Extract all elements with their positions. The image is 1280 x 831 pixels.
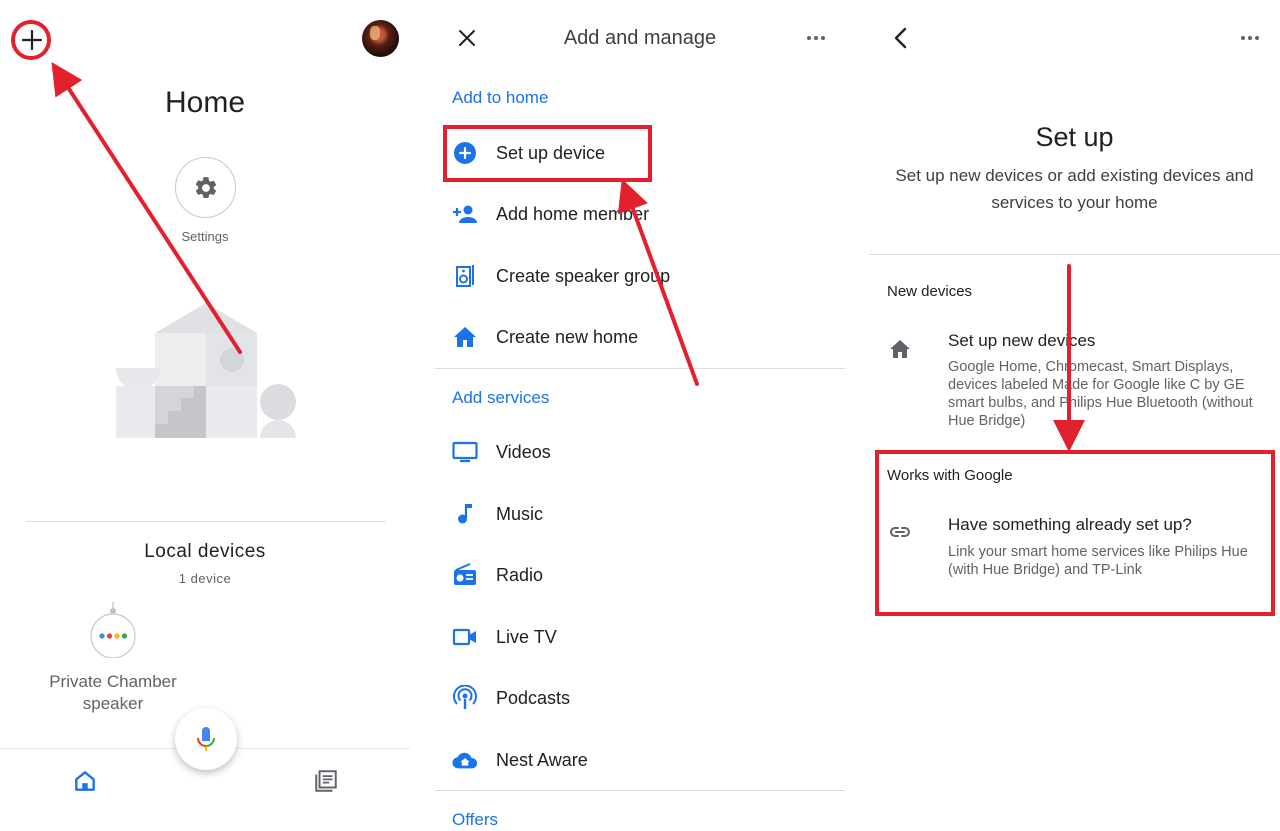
set-up-screen: Set up Set up new devices or add existin… xyxy=(869,0,1280,831)
new-devices-header: New devices xyxy=(887,283,973,300)
nest-aware-label: Nest Aware xyxy=(496,749,588,770)
cloud-home-icon xyxy=(452,747,478,773)
create-new-home-label: Create new home xyxy=(496,326,639,347)
more-options-icon[interactable] xyxy=(804,26,828,50)
more-options-icon[interactable] xyxy=(1238,26,1262,50)
music-note-icon xyxy=(452,501,478,527)
add-home-member-item[interactable]: Add home member xyxy=(435,189,845,239)
section-divider xyxy=(869,254,1280,255)
gear-icon xyxy=(195,176,216,198)
set-up-new-devices-title[interactable]: Set up new devices xyxy=(948,331,1095,351)
device-name[interactable]: Private Chamber speaker xyxy=(34,671,192,715)
mic-button[interactable] xyxy=(175,708,237,770)
have-something-set-up-desc: Link your smart home services like Phili… xyxy=(948,544,1248,578)
plus-icon xyxy=(21,29,43,51)
have-something-set-up-title[interactable]: Have something already set up? xyxy=(948,515,1192,535)
video-camera-icon xyxy=(452,624,478,650)
mic-icon xyxy=(197,727,215,751)
set-up-device-item[interactable]: Set up device xyxy=(435,128,845,178)
home-icon xyxy=(890,340,910,358)
section-divider xyxy=(26,521,386,522)
house-illustration xyxy=(116,303,296,438)
create-speaker-group-item[interactable]: Create speaker group xyxy=(435,251,845,301)
add-and-manage-screen: Add and manage Add to home Set up device… xyxy=(435,0,845,831)
create-new-home-item[interactable]: Create new home xyxy=(435,312,845,362)
music-item[interactable]: Music xyxy=(435,489,845,539)
page-subtitle: Set up new devices or add existing devic… xyxy=(895,166,1254,212)
add-home-member-label: Add home member xyxy=(496,203,650,224)
podcasts-label: Podcasts xyxy=(496,687,571,708)
settings-button[interactable] xyxy=(175,157,236,218)
home-icon[interactable] xyxy=(72,768,98,794)
videos-label: Videos xyxy=(496,441,551,462)
podcast-icon xyxy=(452,685,478,711)
home-icon xyxy=(452,324,478,350)
works-with-google-header: Works with Google xyxy=(887,467,1013,484)
section-divider xyxy=(435,368,845,369)
avatar[interactable] xyxy=(362,20,399,57)
page-title: Set up xyxy=(1035,122,1114,152)
home-screen: Home Settings Local devices 1 device Pri… xyxy=(0,0,410,831)
back-arrow-icon[interactable] xyxy=(889,26,913,50)
radio-icon xyxy=(452,562,478,588)
link-icon xyxy=(890,527,910,537)
section-divider xyxy=(435,790,845,791)
set-up-new-devices-desc: Google Home, Chromecast, Smart Displays,… xyxy=(948,359,1253,429)
page-title: Add and manage xyxy=(563,27,717,49)
feed-icon[interactable] xyxy=(313,768,339,794)
podcasts-item[interactable]: Podcasts xyxy=(435,673,845,723)
videos-item[interactable]: Videos xyxy=(435,427,845,477)
live-tv-label: Live TV xyxy=(496,626,557,647)
add-services-header: Add services xyxy=(452,388,550,407)
speaker-device-icon[interactable] xyxy=(90,602,136,658)
add-circle-icon xyxy=(452,140,478,166)
speaker-icon xyxy=(452,263,478,289)
page-title: Home xyxy=(164,86,246,119)
create-speaker-group-label: Create speaker group xyxy=(496,265,671,286)
person-add-icon xyxy=(452,201,478,227)
local-devices-title: Local devices xyxy=(144,541,266,562)
radio-item[interactable]: Radio xyxy=(435,550,845,600)
settings-label: Settings xyxy=(181,229,229,244)
live-tv-item[interactable]: Live TV xyxy=(435,612,845,662)
local-devices-count: 1 device xyxy=(178,571,232,586)
set-up-device-label: Set up device xyxy=(496,142,606,163)
add-to-home-header: Add to home xyxy=(452,88,549,107)
radio-label: Radio xyxy=(496,564,544,585)
nest-aware-item[interactable]: Nest Aware xyxy=(435,735,845,785)
tv-icon xyxy=(452,439,478,465)
add-button[interactable] xyxy=(12,20,52,60)
offers-header: Offers xyxy=(452,810,498,829)
music-label: Music xyxy=(496,503,544,524)
